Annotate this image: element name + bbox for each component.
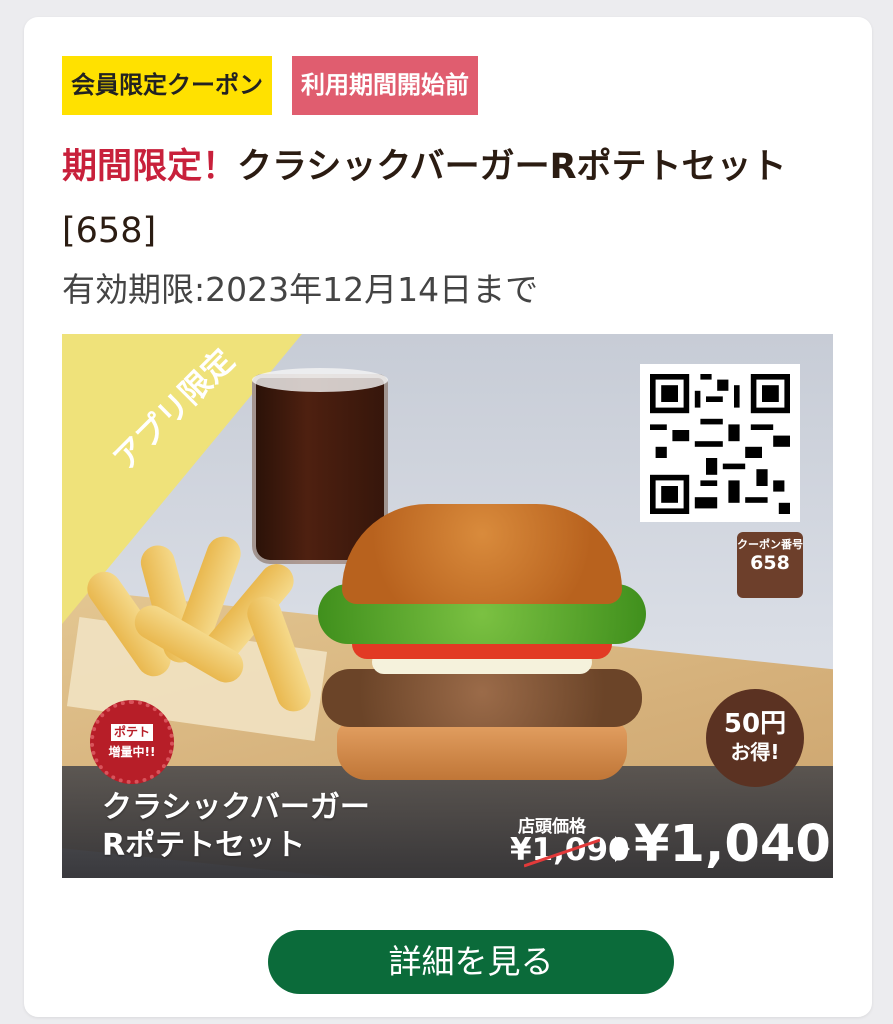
coupon-number-badge: クーポン番号 658 bbox=[737, 532, 803, 598]
qr-code bbox=[640, 364, 800, 522]
status-badge: 利用期間開始前 bbox=[292, 56, 478, 115]
burger-image bbox=[312, 504, 652, 804]
price-arrow-icon bbox=[615, 836, 630, 862]
coupon-banner-image: アプリ限定 クーポン番号 658 50円 お得! ポテト 増量中!! クラシック… bbox=[62, 334, 833, 878]
banner-product-name: クラシックバーガー Rポテトセット bbox=[102, 789, 370, 865]
fries-image bbox=[80, 531, 332, 717]
potato-badge-line2: 増量中!! bbox=[108, 745, 156, 759]
price-strike-line bbox=[524, 838, 600, 868]
banner-product-line1: クラシックバーガー bbox=[102, 790, 370, 825]
coupon-title: 期間限定！クラシックバーガーRポテトセット [658] bbox=[62, 135, 812, 263]
potato-increase-badge: ポテト 増量中!! bbox=[90, 700, 174, 784]
savings-text: お得! bbox=[730, 740, 780, 764]
limited-time-label: 期間限定！ bbox=[62, 147, 238, 187]
coupon-number-label: クーポン番号 bbox=[737, 538, 803, 551]
banner-product-line2: Rポテトセット bbox=[102, 828, 306, 863]
coupon-price: ¥1,040 bbox=[634, 815, 831, 874]
savings-amount: 50円 bbox=[723, 709, 787, 739]
coupon-number: 658 bbox=[750, 552, 790, 574]
member-only-badge: 会員限定クーポン bbox=[62, 56, 272, 115]
badge-row: 会員限定クーポン 利用期間開始前 bbox=[62, 56, 478, 115]
savings-badge: 50円 お得! bbox=[706, 689, 804, 787]
expiry-date: 有効期限:2023年12月14日まで bbox=[62, 270, 539, 309]
view-details-button[interactable]: 詳細を見る bbox=[268, 930, 674, 994]
coupon-card: 会員限定クーポン 利用期間開始前 期間限定！クラシックバーガーRポテトセット[6… bbox=[24, 17, 872, 1017]
product-title: クラシックバーガーRポテトセット bbox=[237, 147, 787, 187]
qr-code-icon bbox=[650, 374, 790, 514]
potato-badge-line1: ポテト bbox=[110, 724, 153, 741]
coupon-code: [658] bbox=[62, 211, 157, 251]
